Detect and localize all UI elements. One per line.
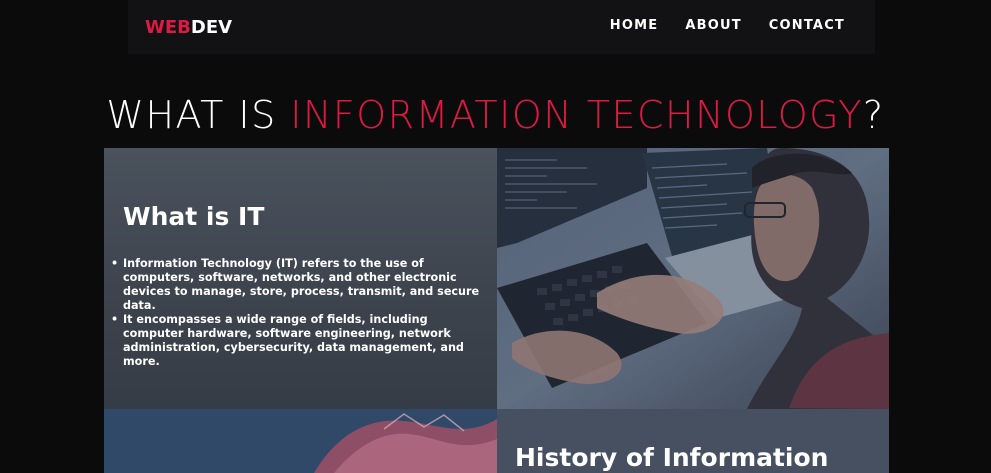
title-prefix: WHAT IS bbox=[106, 93, 291, 138]
title-highlight: INFORMATION TECHNOLOGY bbox=[290, 93, 863, 138]
what-is-it-card: What is IT Information Technology (IT) r… bbox=[104, 148, 497, 409]
site-logo[interactable]: WEBDEV bbox=[145, 17, 232, 38]
bullet-item: It encompasses a wide range of fields, i… bbox=[111, 313, 483, 369]
nav-home-link[interactable]: HOME bbox=[610, 18, 659, 33]
laptop-illustration bbox=[497, 148, 889, 409]
laptop-coding-photo bbox=[497, 148, 889, 409]
title-suffix: ? bbox=[862, 93, 885, 138]
history-card: History of Information bbox=[497, 409, 889, 473]
nav-links: HOME ABOUT CONTACT bbox=[610, 18, 845, 33]
content-grid: What is IT Information Technology (IT) r… bbox=[104, 148, 889, 473]
bullet-item: Information Technology (IT) refers to th… bbox=[111, 257, 483, 313]
abstract-circuit-photo bbox=[104, 409, 497, 473]
nav-about-link[interactable]: ABOUT bbox=[685, 18, 741, 33]
abstract-illustration bbox=[104, 409, 497, 473]
history-title: History of Information bbox=[515, 443, 829, 472]
top-navbar: WEBDEV HOME ABOUT CONTACT bbox=[128, 0, 875, 54]
bullet-list: Information Technology (IT) refers to th… bbox=[111, 257, 483, 369]
logo-accent: WEB bbox=[145, 17, 191, 38]
nav-contact-link[interactable]: CONTACT bbox=[769, 18, 845, 33]
logo-rest: DEV bbox=[190, 17, 233, 38]
card-title: What is IT bbox=[123, 202, 265, 231]
page-title: WHAT IS INFORMATION TECHNOLOGY? bbox=[0, 93, 991, 137]
